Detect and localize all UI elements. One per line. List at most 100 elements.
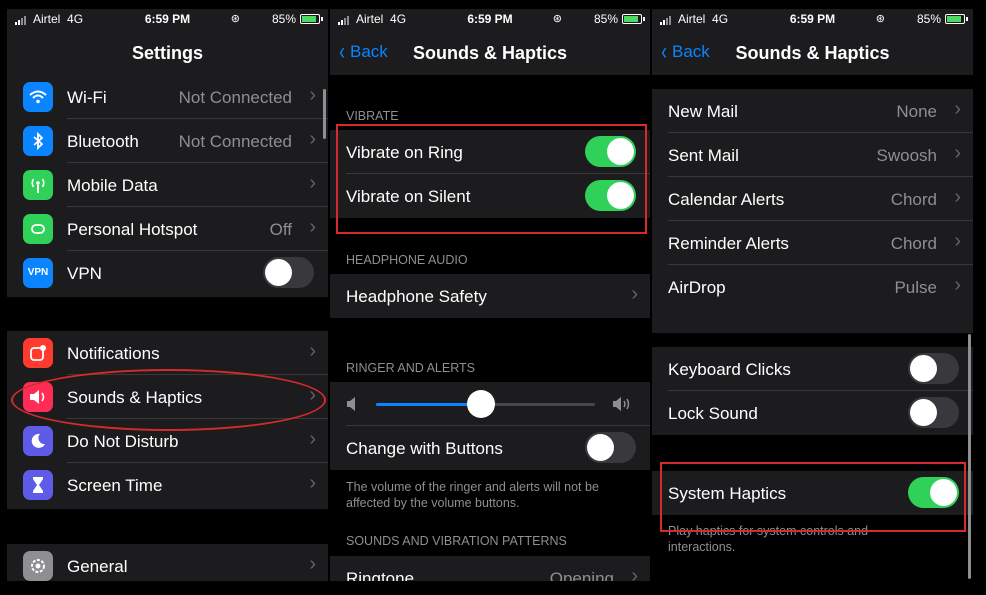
battery-icon [300, 14, 323, 24]
settings-item-general[interactable]: General › [7, 544, 328, 581]
gear-icon [23, 551, 53, 581]
chevron-right-icon: › [309, 84, 316, 106]
keyboard-clicks-toggle[interactable] [908, 353, 959, 384]
vpn-toggle[interactable] [263, 257, 314, 288]
chevron-right-icon: › [954, 230, 961, 252]
headphone-safety-row[interactable]: Headphone Safety › [330, 274, 650, 318]
section-header-ringer: RINGER AND ALERTS [346, 361, 475, 375]
settings-item-mobile-data[interactable]: Mobile Data › [7, 163, 328, 207]
row-value: Chord [890, 190, 937, 209]
chevron-right-icon: › [954, 98, 961, 120]
rotation-lock-icon: ⊛ [230, 13, 240, 25]
battery-icon [945, 14, 968, 24]
sounds-haptics-highlight [11, 369, 326, 431]
scrollbar[interactable] [323, 89, 326, 139]
bluetooth-icon [23, 126, 53, 156]
battery-percent: 85% [916, 12, 941, 26]
change-with-buttons-row: Change with Buttons [330, 426, 650, 470]
status-bar: Airtel 4G 6:59 PM ⊛ 85% [7, 9, 328, 31]
navbar: Settings [7, 31, 328, 75]
lock-sound-toggle[interactable] [908, 397, 959, 428]
page-title: Sounds & Haptics [412, 43, 568, 63]
settings-item-wifi[interactable]: Wi-Fi Not Connected › [7, 75, 328, 119]
chevron-right-icon: › [309, 553, 316, 575]
row-label: Change with Buttons [346, 439, 503, 458]
network-group: Wi-Fi Not Connected › Bluetooth Not Conn… [7, 75, 328, 297]
ringer-group: Change with Buttons [330, 382, 650, 470]
rotation-lock-icon: ⊛ [552, 13, 562, 25]
chevron-right-icon: › [309, 472, 316, 494]
row-value: Chord [890, 234, 937, 253]
sounds-haptics-screen: Airtel 4G 6:59 PM ⊛ 85% ‹ Back Sounds & H… [330, 9, 650, 581]
settings-item-vpn: VPN VPN [7, 251, 328, 295]
ringer-volume-fill [376, 403, 482, 406]
chevron-right-icon: › [309, 216, 316, 238]
change-with-buttons-toggle[interactable] [585, 432, 636, 463]
ringer-volume-thumb[interactable] [467, 390, 496, 418]
row-label: Reminder Alerts [668, 234, 789, 253]
row-label: Calendar Alerts [668, 190, 785, 209]
settings-item-label: Personal Hotspot [67, 220, 198, 239]
chevron-right-icon: › [954, 274, 961, 296]
navbar: ‹ Back Sounds & Haptics [652, 31, 973, 75]
settings-item-personal-hotspot[interactable]: Personal Hotspot Off › [7, 207, 328, 251]
chevron-right-icon: › [309, 172, 316, 194]
section-header-vibrate: VIBRATE [346, 109, 399, 123]
settings-item-value: Not Connected [178, 88, 292, 107]
row-label: Sent Mail [668, 146, 739, 165]
row-label: AirDrop [668, 278, 726, 297]
ringer-footer: The volume of the ringer and alerts will… [346, 480, 599, 510]
status-bar: Airtel 4G 6:59 PM ⊛ 85% [330, 9, 650, 31]
ringtone-row[interactable]: Ringtone Opening › [330, 556, 650, 581]
section-header-headphone: HEADPHONE AUDIO [346, 253, 468, 267]
patterns-group: Ringtone Opening › [330, 556, 650, 581]
system-sounds-group: Keyboard Clicks Lock Sound [652, 347, 973, 435]
page-title: Settings [131, 43, 203, 63]
patterns-group: New Mail None › Sent Mail Swoosh › Calen… [652, 89, 973, 333]
scrollbar[interactable] [968, 334, 971, 579]
calendar-alerts-row[interactable]: Calendar Alerts Chord › [652, 177, 973, 221]
airdrop-row[interactable]: AirDrop Pulse › [652, 265, 973, 309]
battery-percent: 85% [271, 12, 296, 26]
general-group: General › [7, 544, 328, 581]
row-label: Keyboard Clicks [668, 360, 791, 379]
navbar: ‹ Back Sounds & Haptics [330, 31, 650, 75]
page-title: Sounds & Haptics [735, 43, 890, 63]
speaker-low-icon [347, 397, 355, 411]
notifications-icon [23, 338, 53, 368]
battery-icon [622, 14, 645, 24]
sent-mail-row[interactable]: Sent Mail Swoosh › [652, 133, 973, 177]
speaker-high-icon [613, 397, 630, 411]
settings-item-label: Mobile Data [67, 176, 158, 195]
row-value: Opening [549, 569, 614, 581]
row-value: Pulse [894, 278, 937, 297]
reminder-alerts-row[interactable]: Reminder Alerts Chord › [652, 221, 973, 265]
chevron-right-icon: › [631, 565, 638, 581]
moon-icon [23, 426, 53, 456]
chevron-right-icon: › [631, 283, 638, 305]
chevron-right-icon: › [954, 142, 961, 164]
settings-screen: Airtel 4G 6:59 PM ⊛ 85% Settings Wi-Fi N… [7, 9, 328, 581]
lock-sound-row: Lock Sound [652, 391, 973, 435]
system-haptics-highlight [660, 462, 966, 532]
settings-item-bluetooth[interactable]: Bluetooth Not Connected › [7, 119, 328, 163]
chevron-right-icon: › [309, 128, 316, 150]
settings-item-label: Bluetooth [67, 132, 139, 151]
row-label: Ringtone [346, 569, 415, 581]
ringer-volume-row [330, 382, 650, 426]
row-value: Swoosh [876, 146, 937, 165]
settings-item-value: Not Connected [178, 132, 292, 151]
battery-percent: 85% [593, 12, 618, 26]
new-mail-row[interactable]: New Mail None › [652, 89, 973, 133]
antenna-icon [23, 170, 53, 200]
hourglass-icon [23, 470, 53, 500]
row-value: None [896, 102, 937, 121]
chevron-right-icon: › [954, 186, 961, 208]
settings-item-screen-time[interactable]: Screen Time › [7, 463, 328, 507]
rotation-lock-icon: ⊛ [875, 13, 885, 25]
settings-item-label: VPN [67, 264, 102, 283]
chevron-right-icon: › [309, 340, 316, 362]
settings-item-label: Do Not Disturb [67, 432, 179, 451]
row-label: Headphone Safety [346, 287, 487, 306]
status-bar: Airtel 4G 6:59 PM ⊛ 85% [652, 9, 973, 31]
